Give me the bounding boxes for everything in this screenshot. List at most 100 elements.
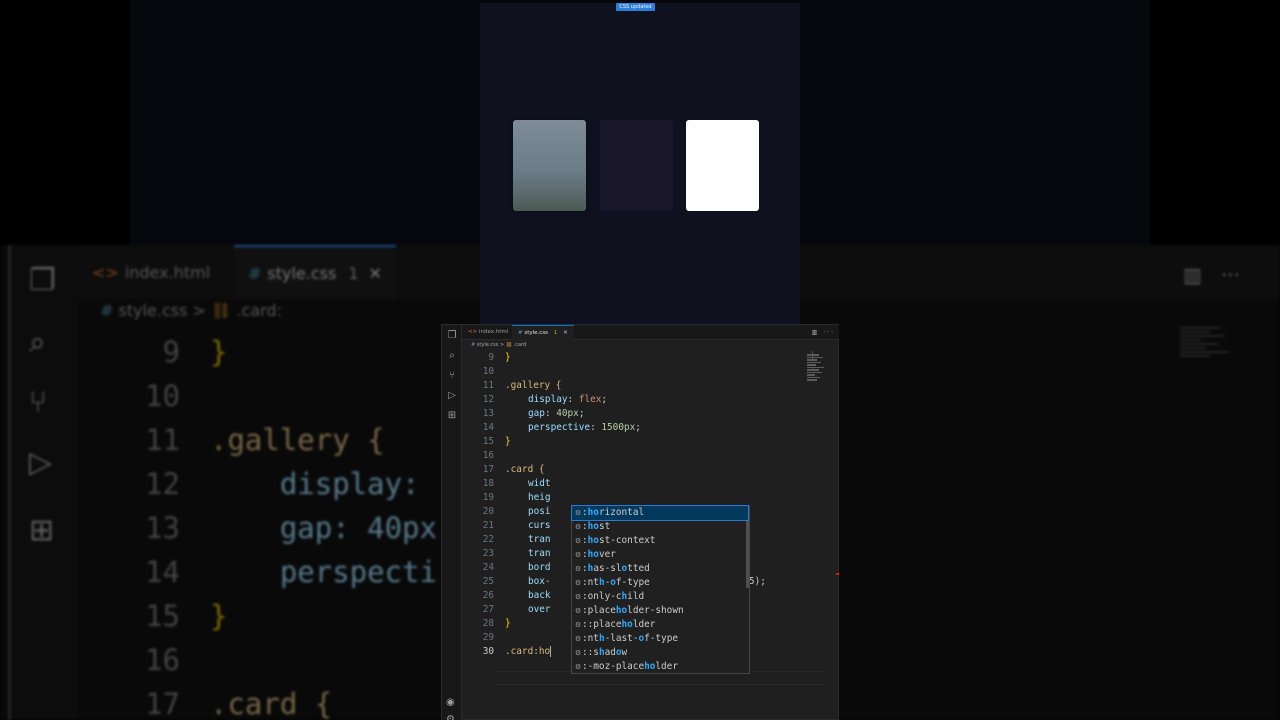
code-text: }: [505, 436, 511, 447]
close-icon: ✕: [368, 263, 382, 283]
code-area[interactable]: 9} 10 11 .gallery { 12 display: flex; 13 ga…: [462, 351, 839, 720]
background-editor-actions: ▥ ···: [1182, 263, 1240, 287]
suggestion-item[interactable]: ⚙:hover: [572, 548, 748, 562]
search-icon[interactable]: ⌕: [446, 350, 458, 362]
breadcrumb: # style.css > ⛓ .card: [471, 341, 526, 350]
line-number: 15: [145, 599, 180, 633]
suggestion-item[interactable]: ⚙:horizontal: [571, 505, 749, 521]
code-text: .card:ho: [505, 645, 552, 659]
css-updated-toast: CSS updated: [616, 3, 655, 11]
property-icon: ⚙: [574, 635, 582, 643]
suggestion-item[interactable]: ⚙:nth-last-of-type: [572, 632, 748, 646]
code-text: }: [505, 618, 511, 629]
code-line: 13 gap: 40px;: [462, 407, 832, 421]
background-tab-index: <> index.html: [78, 245, 224, 299]
css-value: 40px: [556, 408, 579, 419]
line-number: 17: [482, 464, 494, 475]
gear-icon[interactable]: ⚙: [446, 714, 455, 720]
code-editor-window: ❐ ⌕ ⑂ ▷ ⊞ ◉ ⚙ <> index.html # style.css …: [441, 324, 839, 720]
code-line: 14 perspective: 1500px;: [462, 421, 832, 435]
line-number: 20: [482, 506, 494, 517]
suggestion-item[interactable]: ⚙:placeholder-shown: [572, 604, 748, 618]
line-number: 13: [145, 511, 180, 545]
css-value: 1500px: [601, 422, 636, 433]
suggestion-item[interactable]: ⚙:host-context: [572, 534, 748, 548]
code-text: posi: [528, 506, 551, 517]
property-icon: ⚙: [574, 537, 582, 545]
line-number: 9: [488, 352, 494, 363]
breadcrumb-file: style.css: [118, 301, 188, 320]
split-editor-icon[interactable]: ▥: [812, 329, 820, 336]
line-number: 18: [482, 478, 494, 489]
tab-label: style.css: [267, 263, 337, 283]
code-text: gap: 40px;: [528, 408, 585, 419]
source-control-icon[interactable]: ⑂: [446, 370, 458, 382]
line-number: 30: [482, 646, 494, 657]
suggestion-item[interactable]: ⚙:nth-of-type: [572, 576, 748, 590]
code-line: 11 .gallery {: [80, 423, 385, 467]
line-number: 28: [482, 618, 494, 629]
property-icon: ⚙: [574, 621, 582, 629]
line-number: 26: [482, 590, 494, 601]
extensions-icon: ⊞: [29, 513, 55, 548]
close-icon[interactable]: ✕: [563, 330, 568, 336]
property-icon: ⚙: [574, 579, 582, 587]
tab-bar: <> index.html # style.css 1 ✕ ▥ ···: [462, 325, 839, 340]
typed-selector: .card:ho: [505, 646, 551, 657]
code-line: 18 widt: [462, 477, 832, 491]
background-activity-bar: ❐ ⌕ ⑂ ▷ ⊞: [8, 245, 78, 720]
code-text: tran: [528, 534, 551, 545]
tab-index-html[interactable]: <> index.html: [462, 325, 514, 340]
breadcrumb-symbol[interactable]: .card: [514, 342, 527, 348]
suggestion-item[interactable]: ⚙::placeholder: [572, 618, 748, 632]
run-debug-icon[interactable]: ▷: [446, 390, 458, 402]
problem-count-badge: 1: [348, 263, 359, 283]
code-text: .gallery {: [505, 380, 562, 391]
html-file-icon: <>: [468, 329, 478, 335]
code-text: heig: [528, 492, 551, 503]
property-icon: ⚙: [574, 663, 582, 671]
code-line: 9}: [80, 335, 228, 379]
css-value: flex: [578, 394, 602, 405]
css-property: perspective: [528, 422, 591, 433]
code-text: curs: [528, 520, 551, 531]
background-breadcrumb: # style.css > ⛓ .card:: [100, 301, 282, 320]
line-number: 27: [482, 604, 494, 615]
gallery-card-image[interactable]: [513, 120, 586, 211]
code-line: 13 gap: 40px: [80, 511, 437, 555]
code-line: 12 display: flex;: [462, 393, 832, 407]
suggestion-item[interactable]: ⚙:has-slotted: [572, 562, 748, 576]
more-actions-icon[interactable]: ···: [823, 329, 835, 336]
gallery-card-white[interactable]: [686, 120, 759, 211]
code-text: display:: [210, 467, 420, 501]
search-icon: ⌕: [29, 325, 46, 360]
line-number: 25: [482, 576, 494, 587]
account-icon[interactable]: ◉: [446, 697, 455, 708]
code-text: over: [528, 604, 551, 615]
code-line: 19 heig: [462, 491, 832, 505]
suggestion-item[interactable]: ⚙:host: [572, 520, 748, 534]
code-text: tran: [528, 548, 551, 559]
suggestion-item[interactable]: ⚙:only-child: [572, 590, 748, 604]
line-number: 11: [145, 423, 180, 457]
gallery-card-dark[interactable]: [600, 120, 673, 211]
code-text: box-: [528, 576, 551, 587]
suggestion-item[interactable]: ⚙::shadow: [572, 646, 748, 660]
browser-preview: CSS updated: [480, 3, 800, 325]
line-number: 16: [145, 643, 180, 677]
property-icon: ⚙: [574, 565, 582, 573]
code-line: 17 .card {: [80, 687, 332, 720]
extensions-icon[interactable]: ⊞: [446, 410, 458, 422]
code-text: }: [210, 599, 228, 633]
suggestion-item[interactable]: ⚙:-moz-placeholder: [572, 660, 748, 674]
code-line: 17 .card {: [462, 463, 832, 477]
line-number: 15: [482, 436, 494, 447]
tab-style-css[interactable]: # style.css 1 ✕: [512, 325, 574, 340]
breadcrumb-file[interactable]: style.css: [477, 342, 499, 348]
line-number: 19: [482, 492, 494, 503]
line-number: 29: [482, 632, 494, 643]
background-minimap: [1180, 325, 1240, 405]
code-text: }: [505, 352, 511, 363]
explorer-icon[interactable]: ❐: [446, 330, 458, 342]
activity-bar: ❐ ⌕ ⑂ ▷ ⊞ ◉ ⚙: [442, 325, 462, 720]
